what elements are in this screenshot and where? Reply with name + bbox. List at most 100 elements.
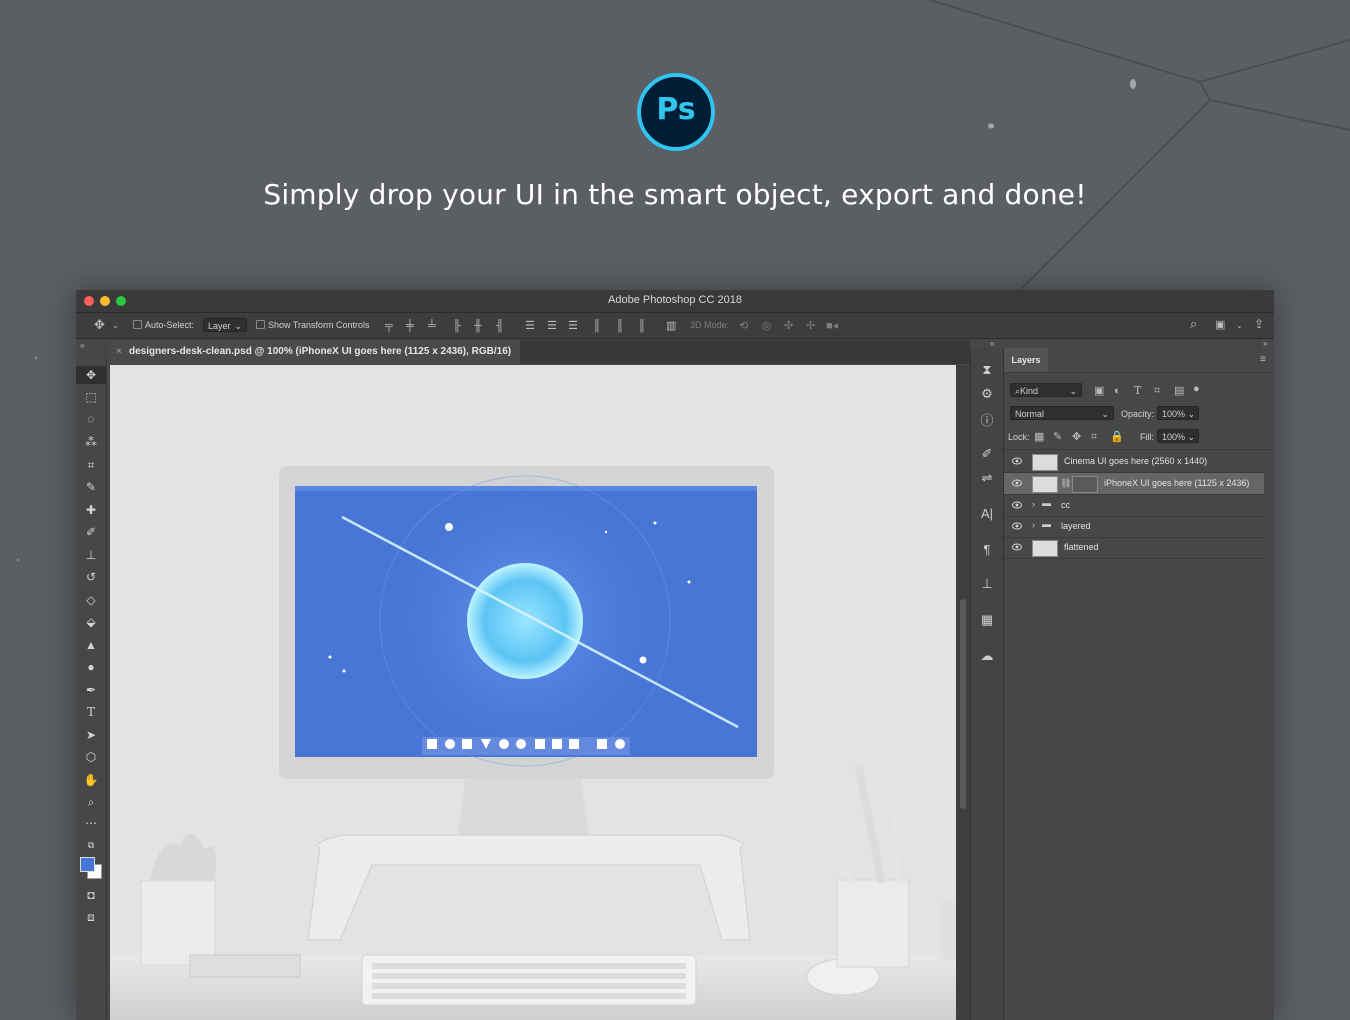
layer-row[interactable]: › ▬ cc [1004,495,1264,517]
eraser-icon[interactable]: ◇ [76,593,106,607]
distribute-hcenter-icon[interactable]: ║ [616,320,624,332]
visibility-eye-icon[interactable] [1012,478,1022,488]
marquee-icon[interactable]: ⬚ [76,390,106,404]
history-icon[interactable]: ⧗ [971,362,1003,378]
workspace-icon[interactable]: ▣ [1215,319,1225,331]
visibility-eye-icon[interactable] [1012,456,1022,466]
3d-slide-icon[interactable]: ✢ [806,320,815,332]
visibility-eye-icon[interactable] [1012,500,1022,510]
filter-pixel-icon[interactable]: ▣ [1094,385,1104,397]
visibility-eye-icon[interactable] [1012,542,1022,552]
zoom-icon[interactable]: ⌕ [76,795,106,810]
crop-icon[interactable]: ⌗ [76,458,106,473]
3d-orbit-icon[interactable]: ⟲ [739,320,748,332]
dodge-icon[interactable]: ● [76,660,106,674]
distribute-bottom-icon[interactable]: ☰ [568,320,578,332]
layer-filter-dropdown[interactable]: ⌕Kind ⌄ [1010,383,1082,397]
fill-field[interactable]: 100% ⌄ [1157,429,1199,443]
path-selection-icon[interactable]: ➤ [76,728,106,742]
history-brush-icon[interactable]: ↺ [76,570,106,584]
opacity-field[interactable]: 100% ⌄ [1157,406,1199,420]
lock-image-icon[interactable]: ✎ [1053,431,1062,443]
clone-source-icon[interactable]: ⊥ [971,576,1003,592]
document-canvas[interactable] [110,365,956,1020]
collapse-left-icon[interactable]: » [80,340,84,352]
blur-icon[interactable]: ▲ [76,638,106,652]
align-top-icon[interactable]: ╤ [385,320,393,332]
show-transform-checkbox[interactable]: Show Transform Controls [256,320,370,330]
smart-object-thumbnail [1032,476,1058,493]
align-vcenter-icon[interactable]: ╪ [406,320,414,332]
paint-bucket-icon[interactable]: ⬙ [76,615,106,629]
libraries-icon[interactable]: ☁ [971,648,1003,664]
healing-brush-icon[interactable]: ✚ [76,503,106,517]
align-hcenter-icon[interactable]: ╫ [474,320,482,332]
hand-icon[interactable]: ✋ [76,773,106,787]
panel-menu-icon[interactable]: ≡ [1260,354,1266,366]
brush-settings-icon[interactable]: ✐ [971,446,1003,462]
close-tab-icon[interactable]: × [116,340,122,364]
properties-icon[interactable]: ⚙ [971,386,1003,402]
lock-label: Lock: [1008,432,1030,442]
swatches-icon[interactable]: ▦ [971,612,1003,628]
auto-align-icon[interactable]: ▥ [666,320,676,332]
lock-transparent-icon[interactable]: ▦ [1034,431,1044,443]
layers-tab[interactable]: Layers [1004,348,1048,372]
filter-toggle-icon[interactable]: ● [1193,383,1200,395]
lasso-icon[interactable]: ◌ [76,412,106,426]
align-left-icon[interactable]: ╟ [453,320,461,332]
shape-icon[interactable]: ⬡ [76,750,106,764]
distribute-left-icon[interactable]: ║ [593,320,601,332]
expand-group-icon[interactable]: › [1032,520,1035,530]
expand-group-icon[interactable]: › [1032,499,1035,509]
auto-select-checkbox[interactable]: Auto-Select: [133,320,194,330]
eyedropper-icon[interactable]: ✎ [76,480,106,494]
visibility-eye-icon[interactable] [1012,521,1022,531]
blend-mode-dropdown[interactable]: Normal ⌄ [1010,406,1114,420]
type-icon[interactable]: T [76,705,106,719]
layer-row[interactable]: › ▬ layered [1004,516,1264,538]
search-icon[interactable]: ⌕ [1190,317,1197,330]
filter-adjustment-icon[interactable]: ◐ [1114,385,1121,397]
lock-position-icon[interactable]: ✥ [1072,431,1081,443]
distribute-vcenter-icon[interactable]: ☰ [547,320,557,332]
screen-mode-icon[interactable]: ⧈ [76,910,106,925]
align-bottom-icon[interactable]: ╧ [428,320,436,332]
move-icon[interactable]: ✥ [76,366,106,384]
layer-row[interactable]: Cinema UI goes here (2560 x 1440) [1004,451,1264,473]
document-tab[interactable]: × designers-desk-clean.psd @ 100% (iPhon… [110,340,520,364]
stamp-icon[interactable]: ⊥ [76,548,106,562]
more-icon[interactable]: ⋯ [76,816,106,830]
distribute-right-icon[interactable]: ║ [638,320,646,332]
info-icon[interactable]: ⓘ [971,410,1003,429]
brush-icon[interactable]: ✐ [76,525,106,539]
paragraph-icon[interactable]: ¶ [971,542,1003,557]
align-right-icon[interactable]: ╢ [496,320,504,332]
auto-select-dropdown[interactable]: Layer ⌄ [203,318,247,332]
distribute-top-icon[interactable]: ☰ [525,320,535,332]
pen-icon[interactable]: ✒ [76,683,106,697]
magic-wand-icon[interactable]: ⁂ [76,435,106,449]
chevron-down-icon[interactable]: ⌄ [1236,320,1243,332]
foreground-color-swatch[interactable] [80,857,95,872]
lock-all-icon[interactable]: 🔒 [1110,431,1124,443]
lock-artboard-icon[interactable]: ⌗ [1091,431,1097,443]
adjustments-icon[interactable]: ⇌ [971,470,1003,486]
3d-camera-icon[interactable]: ■◂ [826,320,838,332]
filter-smart-object-icon[interactable]: ▤ [1174,385,1184,397]
canvas-scroll-thumb[interactable] [960,599,966,809]
character-icon[interactable]: A| [971,506,1003,521]
canvas-scrollbar[interactable] [956,365,970,1020]
share-icon[interactable]: ⇪ [1254,318,1264,330]
layer-row[interactable]: flattened [1004,537,1264,559]
default-colors-icon[interactable]: ⧉ [76,840,106,851]
layer-row[interactable]: ⛓ iPhoneX UI goes here (1125 x 2436) [1004,473,1264,495]
3d-roll-icon[interactable]: ◎ [762,320,772,332]
quick-mask-icon[interactable]: ◘ [76,888,106,902]
filter-shape-icon[interactable]: ⌗ [1154,385,1160,397]
3d-drag-icon[interactable]: ✣ [784,320,793,332]
filter-type-icon[interactable]: T [1134,385,1141,397]
layer-name: flattened [1064,542,1099,552]
move-icon[interactable]: ✥ [94,318,105,331]
chevron-down-icon[interactable]: ⌄ [112,320,119,332]
